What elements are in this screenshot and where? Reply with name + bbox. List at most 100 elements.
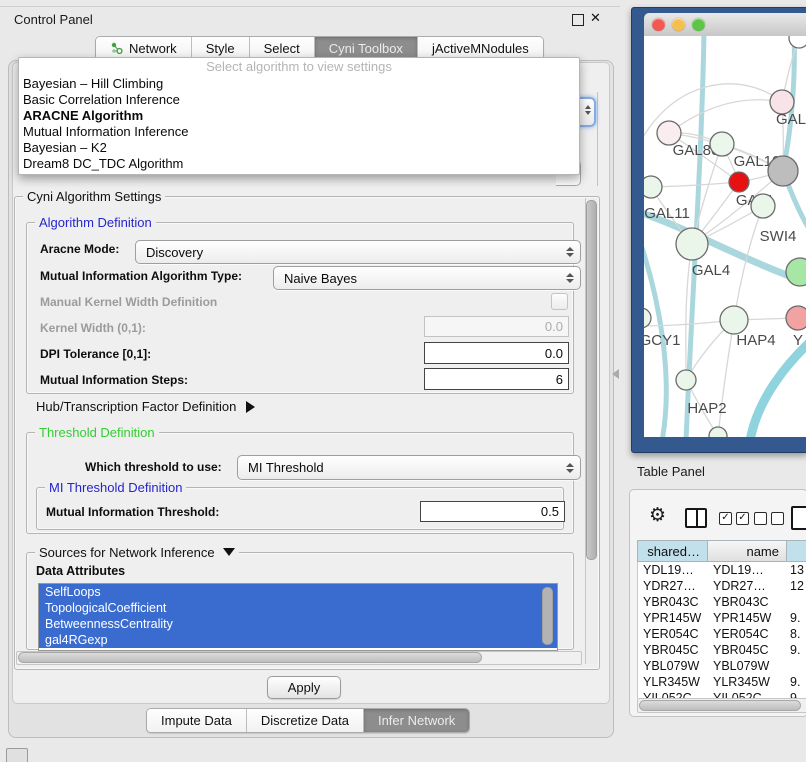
settings-scrollbar-thumb[interactable] bbox=[586, 200, 597, 560]
dpi-tolerance-field[interactable] bbox=[424, 342, 569, 364]
control-panel-titlebar bbox=[0, 6, 620, 33]
network-node-swi4[interactable] bbox=[751, 194, 775, 218]
which-threshold-combo[interactable]: MI Threshold bbox=[237, 455, 581, 480]
table-cell: YDL19… bbox=[638, 562, 709, 578]
network-node-gal4[interactable] bbox=[676, 228, 708, 260]
algorithm-option-basic-correlation-inference[interactable]: Basic Correlation Inference bbox=[19, 92, 579, 108]
network-node-y[interactable] bbox=[786, 306, 806, 330]
hub-transcription-label: Hub/Transcription Factor Definition bbox=[36, 399, 236, 414]
attributes-scrollbar-thumb[interactable] bbox=[542, 587, 553, 645]
close-traffic-light[interactable] bbox=[652, 18, 665, 31]
algorithm-option-bayesian-k2[interactable]: Bayesian – K2 bbox=[19, 140, 579, 156]
node-label-hap4: HAP4 bbox=[736, 332, 775, 349]
table-cell: YIL052C bbox=[709, 690, 788, 698]
combo-arrows-icon bbox=[566, 247, 574, 257]
algorithm-option-dream8-dc-tdc-algorithm[interactable]: Dream8 DC_TDC Algorithm bbox=[19, 156, 579, 172]
table-row[interactable]: YBR043CYBR043C bbox=[638, 594, 806, 610]
network-node-gal11[interactable] bbox=[644, 176, 662, 198]
zoom-traffic-light[interactable] bbox=[692, 18, 705, 31]
sources-group-title: Sources for Network Inference bbox=[35, 545, 239, 560]
algorithm-definition-title: Algorithm Definition bbox=[35, 215, 156, 230]
node-label-gal4: GAL4 bbox=[692, 262, 730, 279]
network-window-titlebar[interactable] bbox=[644, 13, 806, 37]
table-cell: YBR043C bbox=[638, 594, 709, 610]
algorithm-option-mutual-information-inference[interactable]: Mutual Information Inference bbox=[19, 124, 579, 140]
control-panel-title: Control Panel bbox=[14, 12, 93, 27]
table-row[interactable]: YBL079WYBL079W bbox=[638, 658, 806, 674]
algorithm-option-bayesian-hill-climbing[interactable]: Bayesian – Hill Climbing bbox=[19, 76, 579, 92]
table-cell: 13 bbox=[788, 562, 806, 578]
network-node[interactable] bbox=[789, 36, 806, 48]
table-row[interactable]: YPR145WYPR145W9. bbox=[638, 610, 806, 626]
float-window-icon[interactable] bbox=[572, 14, 584, 26]
table-cell: YLR345W bbox=[709, 674, 788, 690]
table-cell: YBR045C bbox=[709, 642, 788, 658]
expanded-arrow-icon bbox=[223, 548, 235, 556]
dpi-tolerance-label: DPI Tolerance [0,1]: bbox=[40, 347, 151, 361]
minimized-panel-icon[interactable] bbox=[6, 748, 28, 762]
bottom-tab-impute-data[interactable]: Impute Data bbox=[147, 709, 247, 732]
panel-divider-collapse-icon[interactable] bbox=[612, 369, 619, 379]
collapsed-arrow-icon bbox=[246, 401, 255, 413]
table-row[interactable]: YDL19…YDL19…13 bbox=[638, 562, 806, 578]
network-node-hap2[interactable] bbox=[676, 370, 696, 390]
network-node[interactable] bbox=[768, 156, 798, 186]
mi-algorithm-type-value: Naive Bayes bbox=[284, 271, 357, 286]
table-cell: YER054C bbox=[709, 626, 788, 642]
table-cell: YBR043C bbox=[709, 594, 788, 610]
node-label-y: Y bbox=[793, 332, 803, 349]
network-node-gcy1[interactable] bbox=[644, 308, 651, 328]
column-header-2[interactable] bbox=[787, 540, 806, 562]
file-icon[interactable] bbox=[791, 506, 806, 530]
unchecked-columns-icon[interactable] bbox=[754, 512, 784, 525]
close-icon[interactable]: ✕ bbox=[590, 10, 601, 26]
attribute-item-gal4rgexp[interactable]: gal4RGexp bbox=[39, 632, 557, 648]
checkbox-empty-icon bbox=[754, 512, 767, 525]
attribute-item-selfloops[interactable]: SelfLoops bbox=[39, 584, 557, 600]
table-row[interactable]: YER054CYER054C8. bbox=[638, 626, 806, 642]
table-row[interactable]: YLR345WYLR345W9. bbox=[638, 674, 806, 690]
inference-algorithm-group-edge bbox=[597, 92, 598, 186]
bottom-tab-infer-network[interactable]: Infer Network bbox=[364, 709, 469, 732]
table-cell: YPR145W bbox=[709, 610, 788, 626]
table-row[interactable]: YDR27…YDR27…12 bbox=[638, 578, 806, 594]
network-node-gal1[interactable] bbox=[729, 172, 749, 192]
network-node[interactable] bbox=[709, 427, 727, 437]
column-header-name[interactable]: name bbox=[708, 540, 787, 562]
table-header-row: shared…name bbox=[637, 540, 806, 562]
mi-threshold-field[interactable] bbox=[420, 501, 565, 522]
table-row[interactable]: YIL052CYIL052C9. bbox=[638, 690, 806, 698]
checkbox-checked-icon: ✓ bbox=[719, 512, 732, 525]
bottom-tab-discretize-data[interactable]: Discretize Data bbox=[247, 709, 364, 732]
network-node[interactable] bbox=[786, 258, 806, 286]
table-cell bbox=[788, 594, 806, 610]
attribute-item-betweennesscentrality[interactable]: BetweennessCentrality bbox=[39, 616, 557, 632]
bottom-tab-label: Infer Network bbox=[378, 713, 455, 728]
cyni-bottom-tab-bar: Impute DataDiscretize Data Infer Network bbox=[146, 708, 470, 733]
data-attributes-list[interactable]: SelfLoopsTopologicalCoefficientBetweenne… bbox=[38, 583, 558, 651]
mi-threshold-label: Mutual Information Threshold: bbox=[46, 505, 219, 519]
checked-columns-icon[interactable]: ✓✓ bbox=[719, 512, 749, 525]
table-hscrollbar-thumb[interactable] bbox=[639, 700, 801, 711]
minimize-traffic-light[interactable] bbox=[672, 18, 685, 31]
mi-steps-field[interactable] bbox=[424, 368, 569, 390]
gear-icon[interactable]: ⚙ bbox=[649, 506, 666, 526]
table-row[interactable]: YBR045CYBR045C9. bbox=[638, 642, 806, 658]
split-view-icon[interactable] bbox=[685, 508, 707, 528]
apply-button[interactable]: Apply bbox=[267, 676, 341, 699]
hub-transcription-section-toggle[interactable]: Hub/Transcription Factor Definition bbox=[36, 399, 255, 414]
node-label-gal11: GAL11 bbox=[644, 205, 690, 222]
column-header-shared[interactable]: shared… bbox=[637, 540, 708, 562]
network-node-gal10[interactable] bbox=[710, 132, 734, 156]
network-canvas[interactable]: GALGAL80GAL10GAL1GAL11SWI4GAL4GCY1HAP4YH… bbox=[644, 36, 806, 437]
algorithm-option-aracne-algorithm[interactable]: ARACNE Algorithm bbox=[19, 108, 579, 124]
apply-button-label: Apply bbox=[288, 680, 321, 695]
table-cell: YBL079W bbox=[638, 658, 709, 674]
settings-hscrollbar-thumb[interactable] bbox=[18, 652, 482, 663]
which-threshold-label: Which threshold to use: bbox=[85, 460, 222, 474]
aracne-mode-combo[interactable]: Discovery bbox=[135, 240, 581, 264]
network-node-hap4[interactable] bbox=[720, 306, 748, 334]
mi-algorithm-type-combo[interactable]: Naive Bayes bbox=[273, 266, 581, 290]
table-panel-title: Table Panel bbox=[637, 464, 705, 479]
attribute-item-topologicalcoefficient[interactable]: TopologicalCoefficient bbox=[39, 600, 557, 616]
